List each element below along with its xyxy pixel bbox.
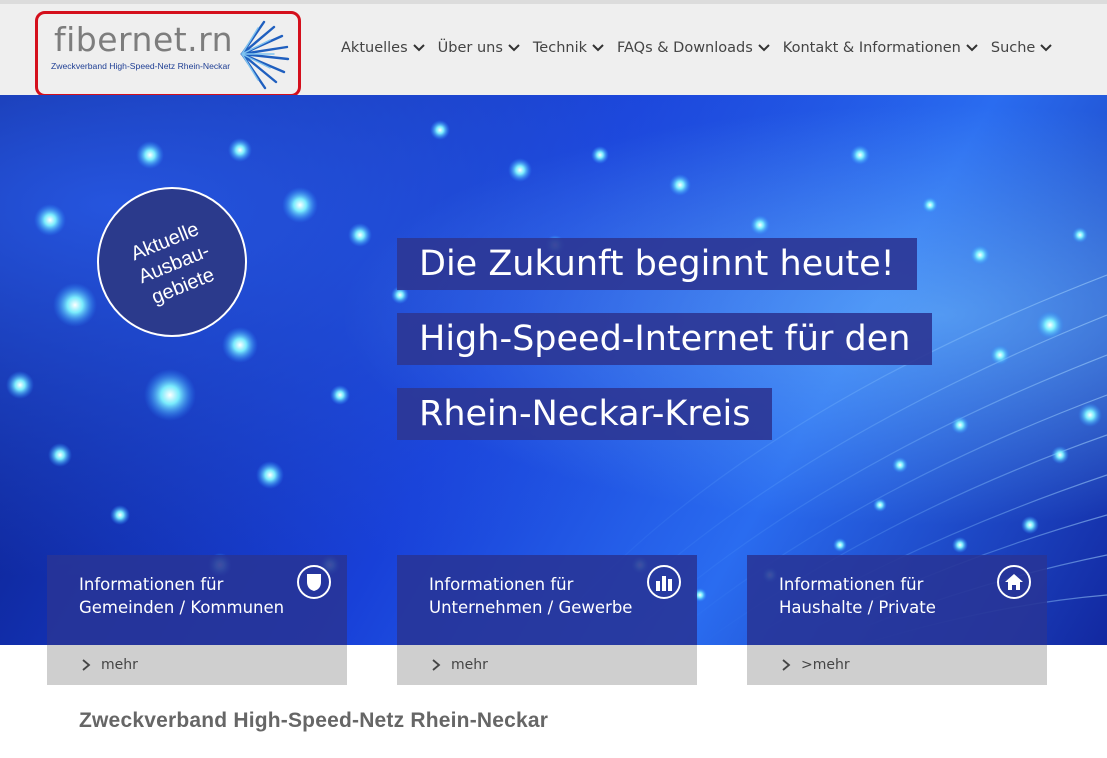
more-link[interactable]: mehr	[47, 645, 347, 685]
nav-item-label: Aktuelles	[341, 40, 408, 56]
home-icon	[997, 565, 1031, 599]
card-title: Informationen für Gemeinden / Kommunen	[79, 575, 285, 617]
fiber-burst-icon	[240, 20, 290, 90]
chevron-right-icon	[782, 659, 791, 671]
more-link[interactable]: mehr	[397, 645, 697, 685]
chevron-right-icon	[82, 659, 91, 671]
chevron-down-icon	[758, 44, 770, 52]
section-title: Zweckverband High-Speed-Netz Rhein-Necka…	[79, 709, 549, 732]
nav-item-label: Technik	[532, 40, 587, 56]
chevron-down-icon	[966, 44, 978, 52]
nav-item-aktuelles[interactable]: Aktuelles	[341, 40, 426, 56]
nav-item-label: Suche	[990, 40, 1036, 56]
info-card-haushalte[interactable]: Informationen für Haushalte / Private >m…	[747, 555, 1047, 685]
hero-headline-line: Rhein-Neckar-Kreis	[397, 388, 773, 440]
chevron-down-icon	[412, 44, 425, 52]
nav-item-kontakt-informationen[interactable]: Kontakt & Informationen	[783, 40, 979, 56]
aktuelle-ausbaugebiete-badge[interactable]: Aktuelle Ausbau- gebiete	[97, 187, 247, 337]
chevron-down-icon	[508, 44, 520, 52]
card-title: Informationen für Unternehmen / Gewerbe	[429, 575, 633, 617]
card-title: Informationen für Haushalte / Private	[779, 575, 936, 617]
nav-item-technik[interactable]: Technik	[533, 40, 605, 56]
more-link[interactable]: >mehr	[747, 645, 1047, 685]
bar-chart-icon	[647, 565, 681, 599]
site-header: fibernet.rn Zweckverband High-Speed-Netz…	[0, 0, 1107, 97]
info-card-gemeinden[interactable]: Informationen für Gemeinden / Kommunen m…	[47, 555, 347, 685]
shield-icon	[297, 565, 331, 599]
hero-headline-line: High-Speed-Internet für den	[397, 313, 933, 365]
nav-item-faqs-downloads[interactable]: FAQs & Downloads	[617, 40, 771, 56]
nav-item-label: FAQs & Downloads	[617, 40, 753, 56]
site-logo[interactable]: fibernet.rn Zweckverband High-Speed-Netz…	[35, 11, 301, 97]
chevron-down-icon	[1040, 44, 1053, 52]
logo-subtitle: Zweckverband High-Speed-Netz Rhein-Necka…	[51, 61, 231, 71]
nav-item-label: Über uns	[437, 40, 503, 56]
chevron-down-icon	[592, 44, 604, 52]
info-card-unternehmen[interactable]: Informationen für Unternehmen / Gewerbe …	[397, 555, 697, 685]
nav-item-suche[interactable]: Suche	[991, 40, 1053, 56]
nav-item-label: Kontakt & Informationen	[782, 40, 961, 56]
nav-item-ueber-uns[interactable]: Über uns	[438, 40, 521, 56]
main-navigation: Aktuelles Über uns Technik FAQs & Downlo…	[341, 40, 1065, 56]
logo-wordmark: fibernet.rn	[54, 20, 234, 59]
hero-headline-line: Die Zukunft beginnt heute!	[397, 238, 917, 290]
chevron-right-icon	[432, 659, 441, 671]
